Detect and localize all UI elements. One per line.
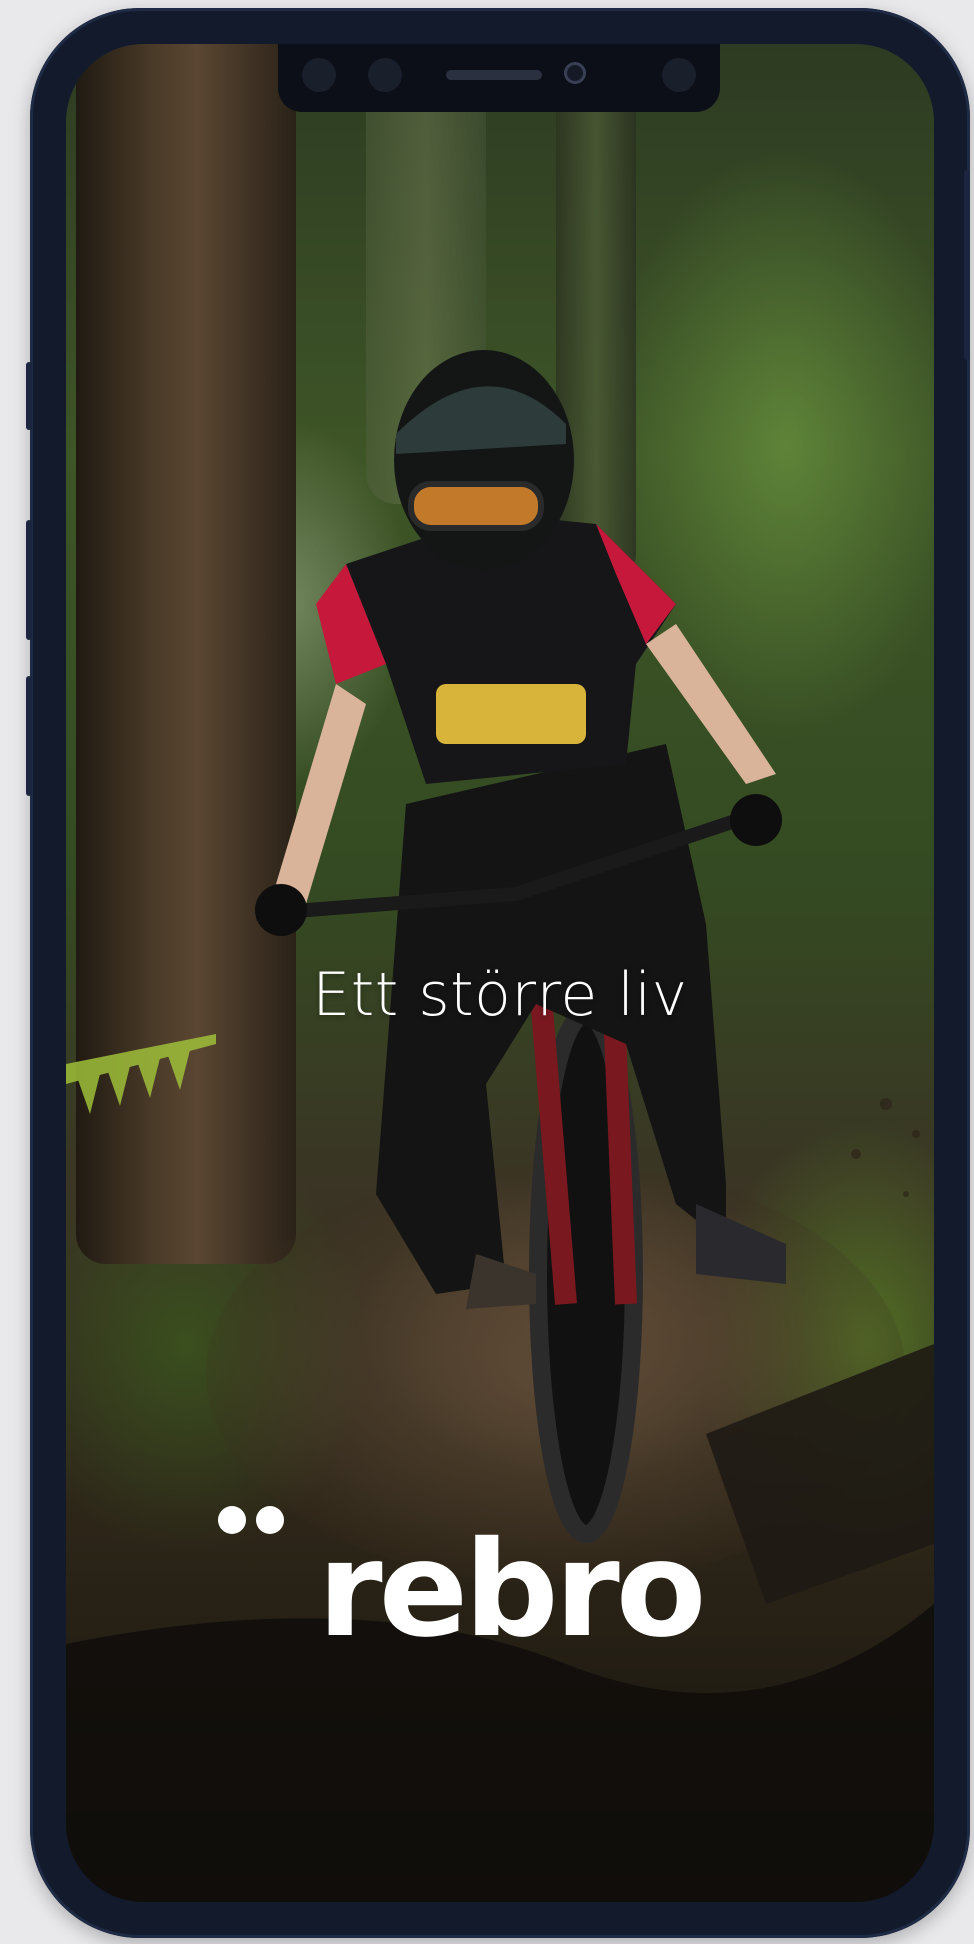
side-button-action [26, 362, 32, 430]
shirt-logo [436, 684, 586, 744]
app-screen[interactable]: Ett större liv rebro [66, 44, 934, 1902]
tagline-text: Ett större liv [312, 960, 688, 1030]
fern-icon [66, 1034, 216, 1114]
device-stage: Ett större liv rebro [0, 0, 974, 1944]
helmet-icon [394, 350, 574, 570]
front-camera-icon [564, 62, 586, 84]
side-button-volume-up [26, 520, 32, 640]
side-button-volume-down [26, 676, 32, 796]
side-button-power [964, 170, 970, 360]
brand-name: rebro [317, 1513, 707, 1667]
rider-arm-left [276, 684, 366, 904]
sensor-dot-icon [368, 58, 402, 92]
earpiece-speaker [446, 70, 542, 80]
brand-logo: rebro [66, 1506, 934, 1656]
two-dots-icon [217, 1506, 288, 1534]
sensor-dot-icon [302, 58, 336, 92]
sensor-dot-icon [662, 58, 696, 92]
camera-notch [278, 44, 720, 112]
goggles-icon [408, 481, 544, 531]
